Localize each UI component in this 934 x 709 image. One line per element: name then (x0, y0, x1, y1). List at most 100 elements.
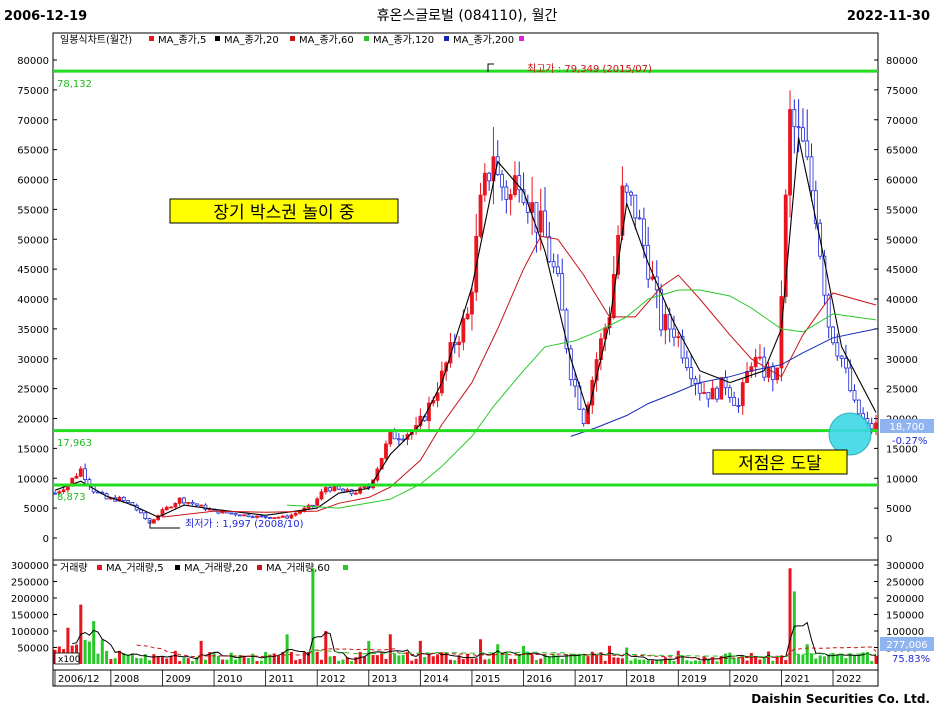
volume-bar (534, 659, 538, 664)
candle-body (556, 266, 560, 274)
volume-bar (560, 659, 564, 664)
price-tick-label-left: 40000 (17, 295, 49, 306)
candle-body (169, 506, 173, 509)
legend-ma5: MA_종가,5 (158, 34, 206, 46)
volume-bar (203, 659, 207, 664)
vol-legend-ma20: MA_거래량,20 (184, 562, 248, 574)
candle-body (689, 367, 694, 380)
vol-legend-main: 거래량 (60, 562, 88, 574)
candle-body (358, 487, 363, 494)
volume-tick-label-right: 300000 (886, 561, 924, 572)
volume-bar (818, 655, 822, 664)
volume-unit-badge: x100 (54, 652, 81, 665)
volume-bar (483, 659, 487, 664)
price-tick-label-right: 45000 (886, 265, 918, 276)
volume-bar (436, 654, 440, 664)
x-tick-label: 2008 (114, 674, 139, 685)
candle-body (392, 431, 397, 440)
volume-bar (423, 657, 427, 664)
price-tick-label-left: 65000 (17, 146, 49, 157)
volume-bar (126, 655, 130, 664)
price-tick-label-left: 70000 (17, 116, 49, 127)
bottom-annotation-text: 저점은 도달 (738, 454, 822, 474)
volume-bar (311, 568, 315, 664)
candle-body (547, 236, 552, 263)
volume-bar (152, 654, 156, 664)
volume-bar (479, 639, 483, 664)
volume-bar (199, 640, 203, 664)
volume-bar (169, 655, 173, 664)
chart-title: 휴온스글로벌 (084110), 월간 (377, 8, 558, 24)
volume-bar (586, 656, 590, 664)
x-tick-label: 2014 (423, 674, 448, 685)
price-tick-label-right: 10000 (886, 474, 918, 485)
volume-bar (100, 639, 104, 664)
candle-body (199, 504, 204, 507)
price-tick-label-left: 35000 (17, 325, 49, 336)
candle-body (723, 377, 728, 389)
legend-swatch-ma120 (444, 36, 449, 41)
candle-body (319, 491, 324, 500)
price-tick-label-right: 65000 (886, 146, 918, 157)
candle-body (663, 314, 668, 331)
vol-legend-swatch-ma5 (175, 565, 180, 570)
volume-bar (693, 660, 697, 664)
volume-bar (255, 661, 259, 664)
candle-body (796, 126, 801, 129)
current-price-value: 18,700 (890, 422, 925, 433)
candle-body (538, 210, 543, 233)
volume-bar (401, 655, 405, 664)
legend-ma20: MA_종가,20 (224, 34, 279, 46)
candle-body (151, 519, 156, 524)
volume-bar (754, 656, 758, 664)
price-tick-label-right: 80000 (886, 56, 918, 67)
candle-body (74, 475, 79, 479)
volume-bar (105, 650, 109, 664)
volume-bar (646, 660, 650, 664)
x-tick-label: 2020 (733, 674, 758, 685)
x-tick-label: 2019 (681, 674, 706, 685)
candle-body (560, 273, 565, 311)
price-tick-label-left: 15000 (17, 444, 49, 455)
candle-body (770, 366, 775, 380)
volume-bar (405, 651, 409, 664)
x-tick-label: 2010 (217, 674, 242, 685)
legend-swatch-ma20 (290, 36, 295, 41)
price-tick-label-right: 5000 (886, 504, 911, 515)
price-tick-label-right: 25000 (886, 385, 918, 396)
candle-body (259, 515, 264, 518)
volume-bar (221, 659, 225, 664)
candle-body (362, 486, 367, 489)
current-volume-value: 277,006 (886, 640, 927, 651)
candle-body (186, 502, 191, 504)
candle-body (727, 387, 732, 398)
volume-bar (289, 651, 293, 664)
candle-body (328, 487, 333, 492)
volume-bar (616, 657, 620, 664)
x-tick-label: 2012 (320, 674, 345, 685)
candle-body (285, 515, 290, 519)
volume-bar (595, 654, 599, 664)
volume-tick-label-right: 100000 (886, 627, 924, 638)
candle-body (805, 140, 810, 158)
volume-bar (582, 655, 586, 664)
candle-body (543, 210, 547, 238)
volume-tick-label-left: 250000 (11, 578, 49, 589)
volume-bar (186, 658, 190, 664)
volume-bar (466, 654, 470, 664)
candle-body (250, 516, 255, 519)
candle-body (173, 502, 178, 508)
volume-bar (302, 652, 306, 664)
candle-body (835, 342, 840, 357)
candle-body (844, 358, 848, 369)
volume-bar (328, 656, 332, 664)
volume-bar (556, 656, 560, 664)
volume-bar (629, 660, 633, 664)
volume-tick-label-left: 150000 (11, 611, 49, 622)
vol-legend-ma60: MA_거래량,60 (266, 562, 330, 574)
volume-tick-label-left: 50000 (17, 644, 49, 655)
price-tick-label-left: 25000 (17, 385, 49, 396)
candle-body (388, 431, 393, 445)
volume-bar (685, 660, 689, 664)
volume-bar (732, 658, 736, 664)
